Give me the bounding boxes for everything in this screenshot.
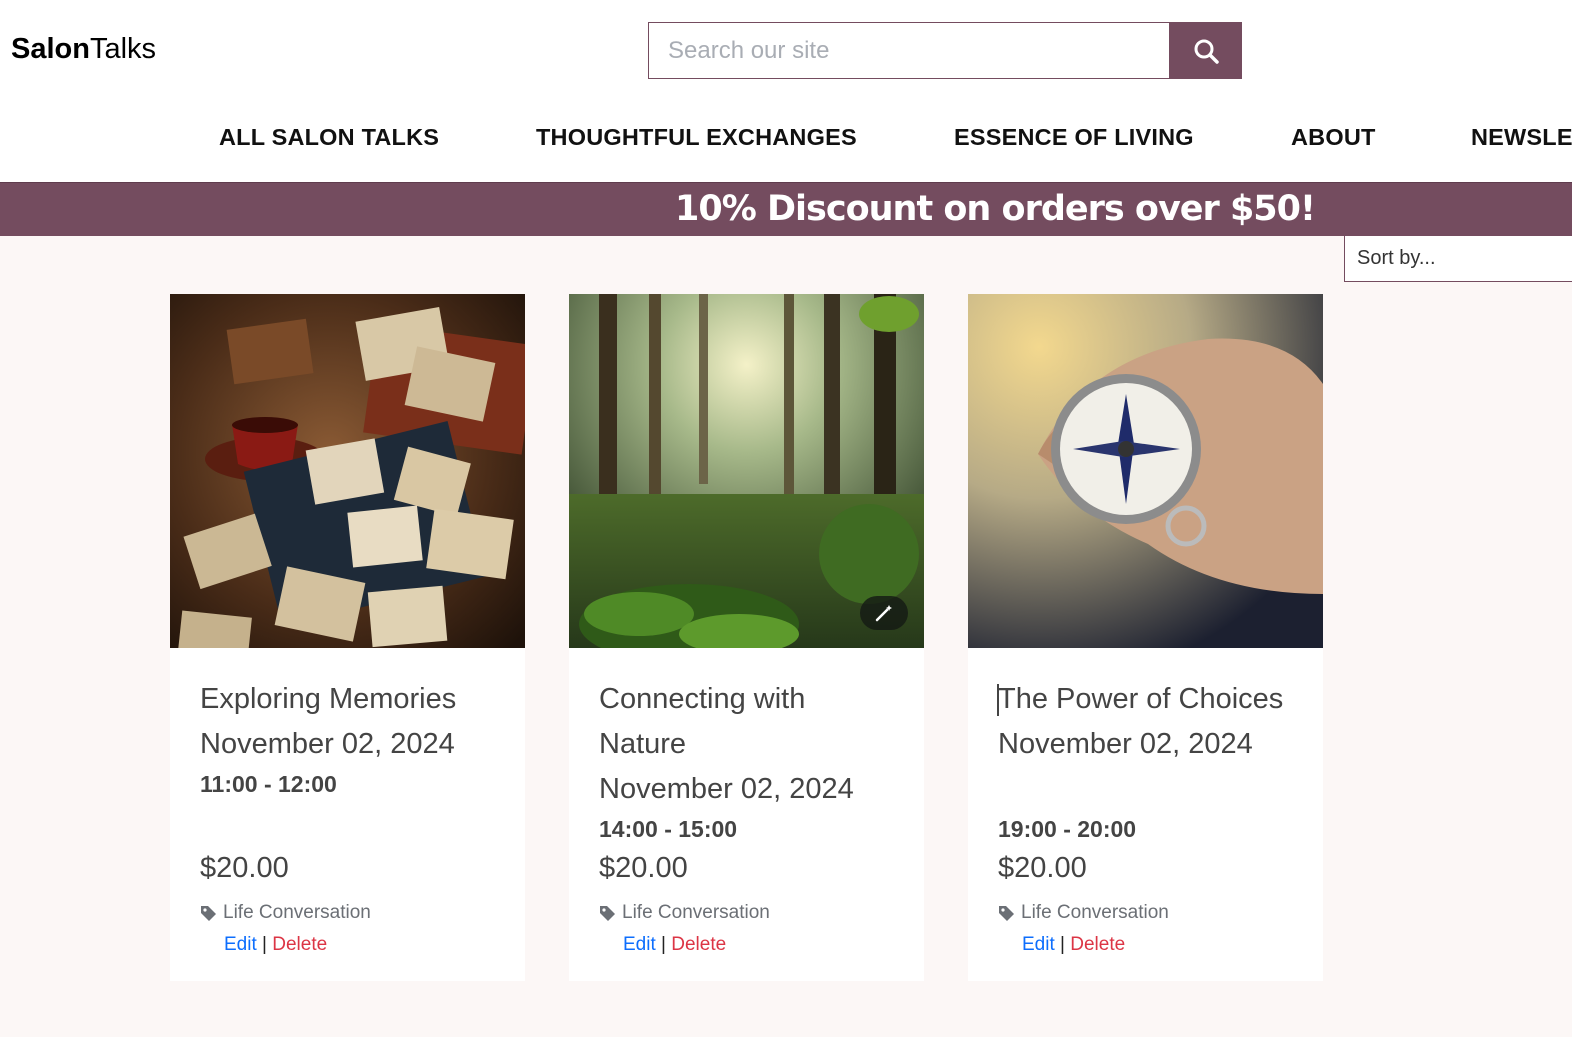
event-price: $20.00 <box>998 852 1087 884</box>
search-bar <box>648 22 1242 79</box>
event-card[interactable]: The Power of Choices November 02, 2024 1… <box>968 294 1323 981</box>
event-tag-label: Life Conversation <box>622 902 770 923</box>
discount-banner: 10% Discount on orders over $50! <box>0 182 1572 236</box>
nav-essence-of-living[interactable]: ESSENCE OF LIVING <box>954 124 1194 151</box>
event-actions: Edit | Delete <box>623 934 726 956</box>
event-date: November 02, 2024 <box>599 773 854 805</box>
delete-link[interactable]: Delete <box>272 934 327 955</box>
event-title[interactable]: Exploring Memories November 02, 2024 <box>200 677 500 767</box>
edit-link[interactable]: Edit <box>623 934 656 955</box>
event-actions: Edit | Delete <box>224 934 327 956</box>
tag-icon <box>201 905 216 921</box>
event-date: November 02, 2024 <box>200 728 455 760</box>
event-title[interactable]: The Power of Choices November 02, 2024 <box>998 677 1298 767</box>
logo-light: Talks <box>89 33 157 65</box>
event-price: $20.00 <box>200 852 289 884</box>
event-time: 19:00 - 20:00 <box>998 816 1137 842</box>
event-title[interactable]: Connecting with Nature November 02, 2024 <box>599 677 899 812</box>
event-tag-label: Life Conversation <box>1021 902 1169 923</box>
event-tag[interactable]: Life Conversation <box>599 902 770 924</box>
event-time: 11:00 - 12:00 <box>200 771 337 797</box>
search-input[interactable] <box>648 22 1169 79</box>
main-nav: ALL SALON TALKS THOUGHTFUL EXCHANGES ESS… <box>0 124 1572 154</box>
event-time: 14:00 - 15:00 <box>599 816 738 842</box>
delete-link[interactable]: Delete <box>1070 934 1125 955</box>
sort-dropdown[interactable]: Sort by... <box>1344 235 1572 282</box>
nav-all-salon-talks[interactable]: ALL SALON TALKS <box>219 124 439 151</box>
event-tag[interactable]: Life Conversation <box>998 902 1169 924</box>
compass-photo <box>968 294 1323 648</box>
event-title-text: Connecting with Nature <box>599 683 806 760</box>
event-image-memories[interactable] <box>170 294 525 648</box>
event-tag[interactable]: Life Conversation <box>200 902 371 924</box>
nature-photo <box>569 294 924 648</box>
event-card[interactable]: Exploring Memories November 02, 2024 11:… <box>170 294 525 981</box>
discount-text: 10% Discount on orders over $50! <box>675 189 1316 229</box>
sort-label: Sort by... <box>1357 247 1436 269</box>
magic-wand-icon <box>875 605 892 622</box>
site-header: SalonTalks ALL SALON TALKS THOUGHTFUL EX… <box>0 0 1572 182</box>
event-tag-label: Life Conversation <box>223 902 371 923</box>
magic-wand-button[interactable] <box>860 596 908 630</box>
event-image-choices[interactable] <box>968 294 1323 648</box>
nav-about[interactable]: ABOUT <box>1291 124 1376 151</box>
nav-thoughtful-exchanges[interactable]: THOUGHTFUL EXCHANGES <box>536 124 857 151</box>
event-image-nature[interactable] <box>569 294 924 648</box>
event-title-text: Exploring Memories <box>200 683 457 715</box>
nav-newsletter[interactable]: NEWSLE <box>1471 124 1572 151</box>
tag-icon <box>999 905 1014 921</box>
tag-icon <box>600 905 615 921</box>
action-separator: | <box>661 934 666 955</box>
delete-link[interactable]: Delete <box>671 934 726 955</box>
event-date: November 02, 2024 <box>998 728 1253 760</box>
memories-photo <box>170 294 525 648</box>
search-button[interactable] <box>1169 22 1242 79</box>
action-separator: | <box>262 934 267 955</box>
logo-bold: Salon <box>11 33 90 65</box>
event-title-text: The Power of Choices <box>998 683 1284 715</box>
edit-link[interactable]: Edit <box>1022 934 1055 955</box>
search-icon <box>1194 39 1219 64</box>
action-separator: | <box>1060 934 1065 955</box>
event-price: $20.00 <box>599 852 688 884</box>
edit-link[interactable]: Edit <box>224 934 257 955</box>
event-actions: Edit | Delete <box>1022 934 1125 956</box>
site-logo[interactable]: SalonTalks <box>11 33 156 66</box>
event-card[interactable]: Connecting with Nature November 02, 2024… <box>569 294 924 981</box>
